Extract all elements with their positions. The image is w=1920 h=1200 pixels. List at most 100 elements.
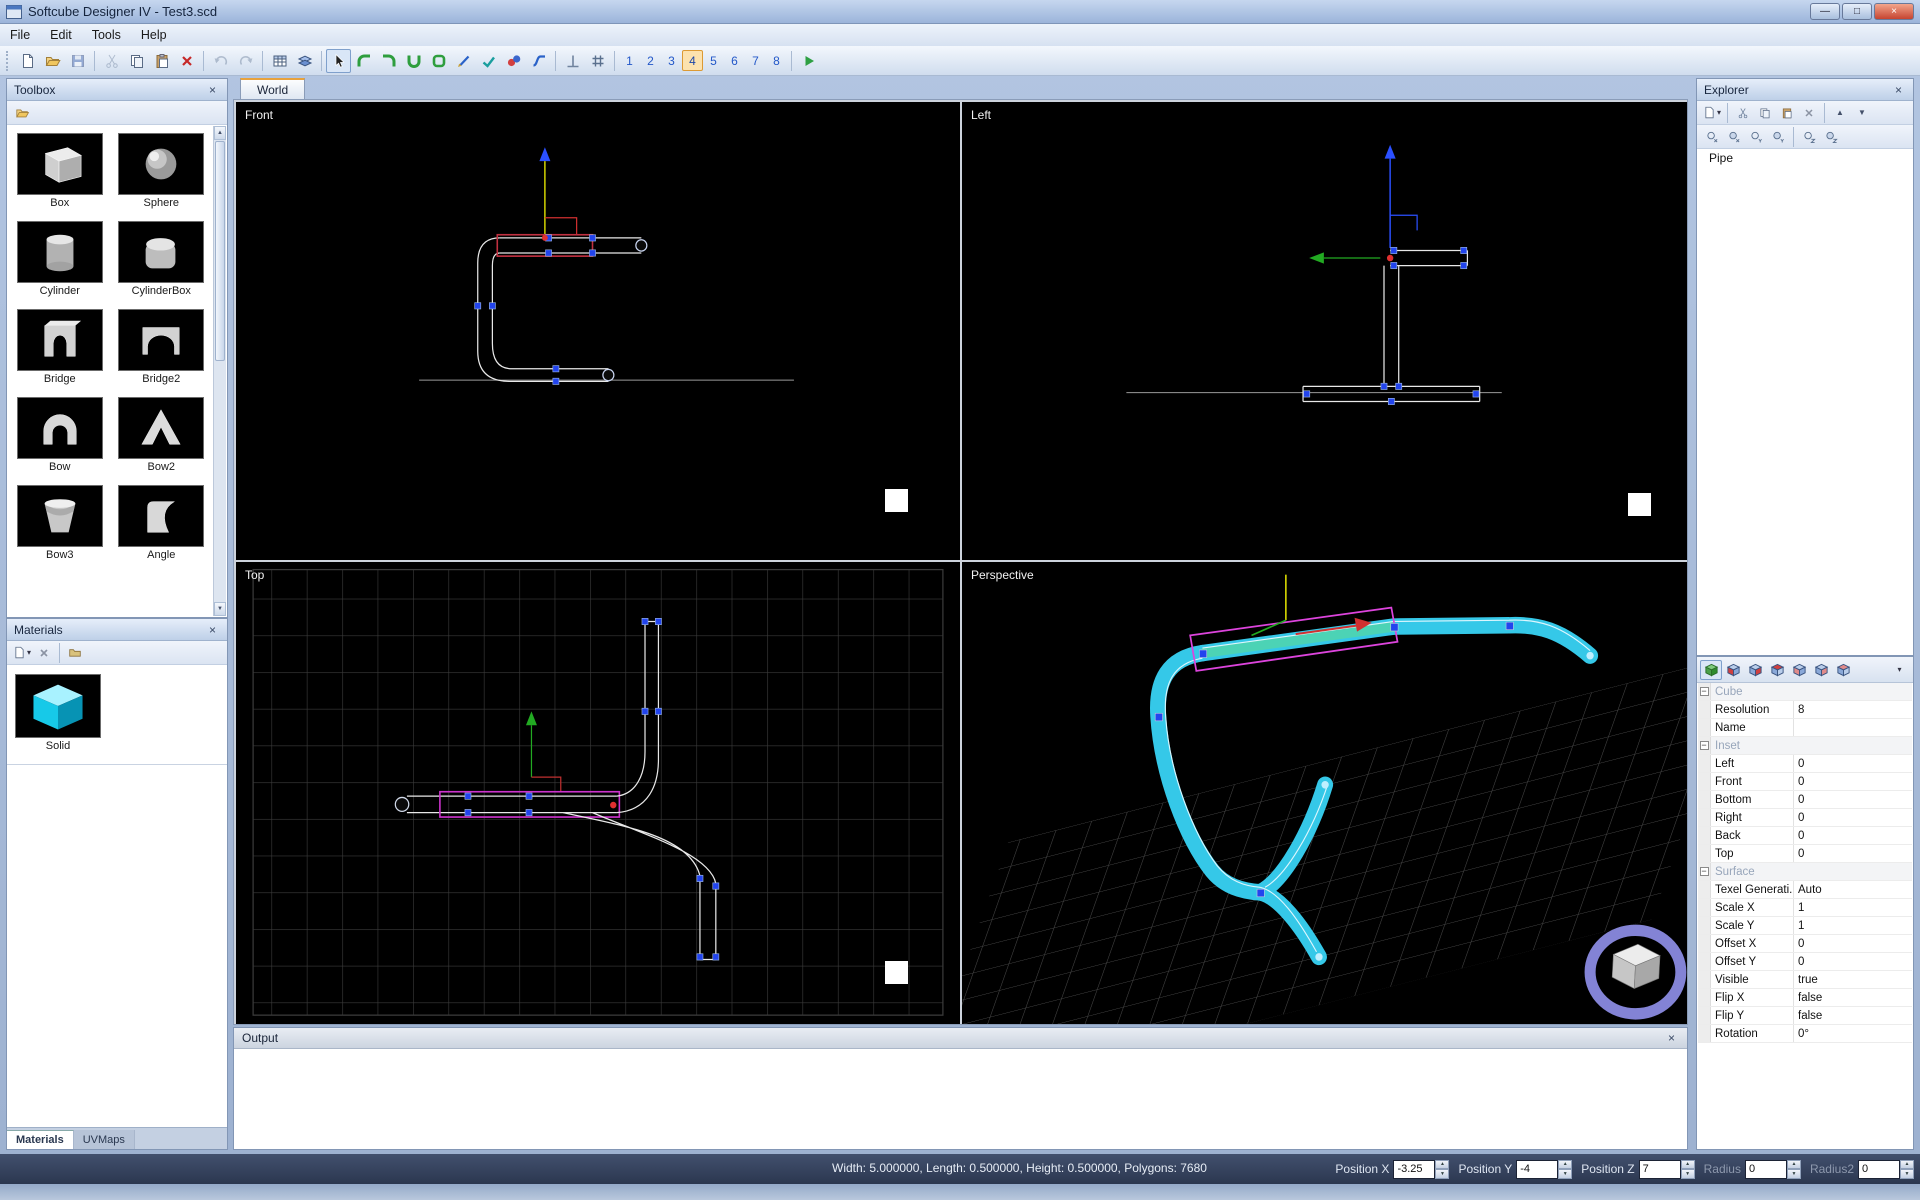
resolution-1-button[interactable]: 1: [619, 50, 640, 71]
explorer-close-button[interactable]: ×: [1891, 82, 1906, 97]
redo-button[interactable]: [233, 49, 258, 73]
output-header[interactable]: Output ×: [234, 1028, 1687, 1049]
prop-view-left-button[interactable]: [1722, 660, 1744, 680]
left-viewport-canvas[interactable]: [962, 102, 1687, 560]
axis-toggle-y2-button[interactable]: [1767, 127, 1789, 147]
delete-button[interactable]: [174, 49, 199, 73]
prop-view-general-button[interactable]: [1700, 660, 1722, 680]
open-file-button[interactable]: [40, 49, 65, 73]
save-button[interactable]: [65, 49, 90, 73]
spin-down-icon[interactable]: ▼: [1435, 1169, 1449, 1179]
toolbox-open-button[interactable]: [11, 103, 33, 123]
property-group-cube[interactable]: −Cube: [1698, 683, 1912, 701]
toolbox-item-angle[interactable]: Angle: [118, 485, 204, 561]
front-viewport-canvas[interactable]: [236, 102, 960, 560]
axis-toggle-x-button[interactable]: [1701, 127, 1723, 147]
toolbox-item-bow2[interactable]: Bow2: [118, 397, 204, 473]
select-tool-button[interactable]: [326, 49, 351, 73]
spin-down-icon[interactable]: ▼: [1900, 1169, 1914, 1179]
prop-view-right-button[interactable]: [1788, 660, 1810, 680]
cut-button[interactable]: [99, 49, 124, 73]
resolution-5-button[interactable]: 5: [703, 50, 724, 71]
new-file-button[interactable]: [15, 49, 40, 73]
property-group-surface[interactable]: −Surface: [1698, 863, 1912, 881]
spin-up-icon[interactable]: ▲: [1900, 1160, 1914, 1170]
explorer-delete-button[interactable]: [1798, 103, 1820, 123]
resolution-6-button[interactable]: 6: [724, 50, 745, 71]
material-item-solid[interactable]: Solid: [15, 674, 101, 752]
resolution-2-button[interactable]: 2: [640, 50, 661, 71]
materials-header[interactable]: Materials ×: [7, 619, 227, 641]
top-viewport-canvas[interactable]: [236, 562, 960, 1024]
close-button[interactable]: ×: [1874, 3, 1914, 20]
axis-toggle-z-button[interactable]: [1798, 127, 1820, 147]
axis-toggle-y-button[interactable]: [1745, 127, 1767, 147]
axis-toggle-x2-button[interactable]: [1723, 127, 1745, 147]
resolution-3-button[interactable]: 3: [661, 50, 682, 71]
undo-button[interactable]: [208, 49, 233, 73]
menu-file[interactable]: File: [0, 25, 40, 45]
spin-up-icon[interactable]: ▲: [1681, 1160, 1695, 1170]
axis-toggle-z2-button[interactable]: [1820, 127, 1842, 147]
tab-world[interactable]: World: [240, 78, 305, 99]
toolbox-item-bridge[interactable]: Bridge: [17, 309, 103, 385]
position-z-input[interactable]: [1639, 1160, 1681, 1179]
move-up-button[interactable]: ▲: [1829, 103, 1851, 123]
move-down-button[interactable]: ▼: [1851, 103, 1873, 123]
prop-options-button[interactable]: ▾: [1888, 660, 1910, 680]
resolution-7-button[interactable]: 7: [745, 50, 766, 71]
toolbox-item-cylinder[interactable]: Cylinder: [17, 221, 103, 297]
output-close-button[interactable]: ×: [1664, 1031, 1679, 1046]
toolbox-header[interactable]: Toolbox ×: [7, 79, 227, 101]
explorer-new-button[interactable]: ▾: [1701, 103, 1723, 123]
scroll-down-icon[interactable]: ▼: [214, 602, 226, 616]
spin-down-icon[interactable]: ▼: [1558, 1169, 1572, 1179]
pipe-u-tool-button[interactable]: [401, 49, 426, 73]
resolution-4-button[interactable]: 4: [682, 50, 703, 71]
minimize-button[interactable]: —: [1810, 3, 1840, 20]
position-y-input[interactable]: [1516, 1160, 1558, 1179]
scrollbar-thumb[interactable]: [215, 141, 225, 361]
tab-materials[interactable]: Materials: [7, 1130, 74, 1149]
spin-up-icon[interactable]: ▲: [1558, 1160, 1572, 1170]
axis-constraint-button[interactable]: [560, 49, 585, 73]
front-viewport-marker[interactable]: [885, 489, 908, 512]
spin-up-icon[interactable]: ▲: [1787, 1160, 1801, 1170]
explorer-paste-button[interactable]: [1776, 103, 1798, 123]
toolbox-item-cylinderbox[interactable]: CylinderBox: [118, 221, 204, 297]
front-viewport[interactable]: Front: [236, 102, 960, 560]
explorer-cut-button[interactable]: [1732, 103, 1754, 123]
left-viewport[interactable]: Left: [962, 102, 1687, 560]
resolution-8-button[interactable]: 8: [766, 50, 787, 71]
spin-down-icon[interactable]: ▼: [1681, 1169, 1695, 1179]
toolbox-item-sphere[interactable]: Sphere: [118, 133, 204, 209]
prop-view-bottom-button[interactable]: [1832, 660, 1854, 680]
menu-help[interactable]: Help: [131, 25, 177, 45]
maximize-button[interactable]: □: [1842, 3, 1872, 20]
perspective-viewport-canvas[interactable]: [962, 562, 1687, 1024]
toolbox-close-button[interactable]: ×: [205, 82, 220, 97]
explorer-header[interactable]: Explorer ×: [1697, 79, 1913, 101]
top-viewport-marker[interactable]: [885, 961, 908, 984]
spin-down-icon[interactable]: ▼: [1787, 1169, 1801, 1179]
property-group-inset[interactable]: −Inset: [1698, 737, 1912, 755]
copy-button[interactable]: [124, 49, 149, 73]
pipe-box-tool-button[interactable]: [426, 49, 451, 73]
toolbox-item-bow3[interactable]: Bow3: [17, 485, 103, 561]
layers-button[interactable]: [292, 49, 317, 73]
collapse-icon[interactable]: −: [1700, 867, 1709, 876]
material-library-button[interactable]: [64, 643, 86, 663]
delete-material-button[interactable]: [33, 643, 55, 663]
collapse-icon[interactable]: −: [1700, 741, 1709, 750]
prop-view-top-button[interactable]: [1766, 660, 1788, 680]
top-viewport[interactable]: Top: [236, 562, 960, 1024]
menu-edit[interactable]: Edit: [40, 25, 82, 45]
table-view-button[interactable]: [267, 49, 292, 73]
grid-snap-button[interactable]: [585, 49, 610, 73]
toolbox-scrollbar[interactable]: ▲ ▼: [213, 126, 226, 616]
pipe-corner-tool-button[interactable]: [351, 49, 376, 73]
tree-item-pipe[interactable]: Pipe: [1697, 149, 1913, 167]
explorer-copy-button[interactable]: [1754, 103, 1776, 123]
line-tool-button[interactable]: [451, 49, 476, 73]
sphere-pair-tool-button[interactable]: [501, 49, 526, 73]
